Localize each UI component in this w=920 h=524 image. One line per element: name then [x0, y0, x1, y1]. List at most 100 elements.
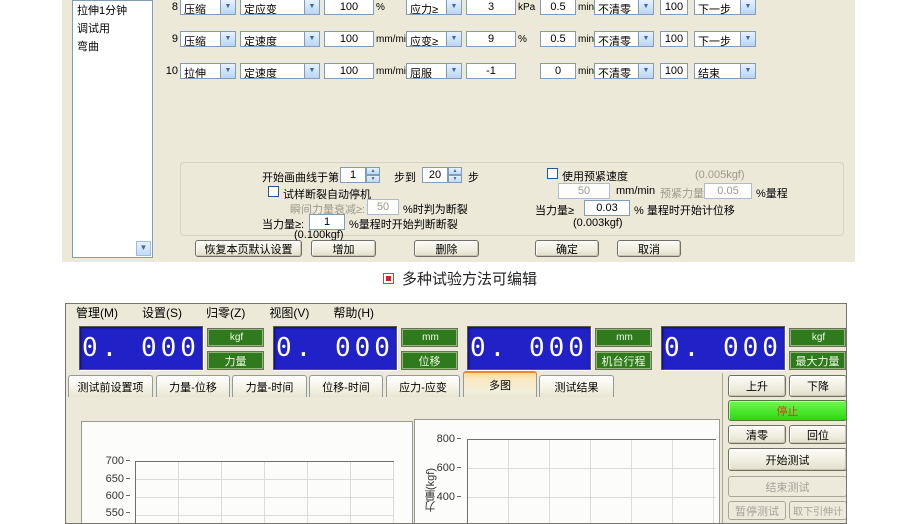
step-row: 9 压缩▼ 定速度▼ mm/min 应变≥▼ % min 不清零▼ 下一步▼ [160, 31, 820, 47]
chevron-down-icon: ▼ [740, 0, 755, 14]
range-input[interactable] [660, 0, 688, 15]
cancel-button[interactable]: 取消 [617, 240, 681, 257]
return-button[interactable]: 回位 [789, 425, 847, 444]
chevron-down-icon: ▼ [304, 0, 319, 14]
tab-stress-strain[interactable]: 应力-应变 [386, 375, 460, 397]
method-list-item[interactable]: 弯曲 [73, 37, 152, 55]
red-square-bullet-icon [383, 273, 394, 284]
restore-defaults-button[interactable]: 恢复本页默认设置 [195, 240, 302, 257]
method-list-item[interactable]: 调试用 [73, 19, 152, 37]
speed-input[interactable] [324, 63, 374, 79]
caption-text: 多种试验方法可编辑 [402, 268, 537, 289]
preload-speed-input[interactable] [558, 183, 610, 199]
spinner-up-icon[interactable]: ▲ [448, 167, 462, 175]
range-input[interactable] [660, 63, 688, 79]
chevron-down-icon: ▼ [304, 64, 319, 78]
force-label-badge: 力量 [208, 352, 263, 369]
next-action-value: 下一步 [695, 32, 740, 46]
chevron-down-icon: ▼ [638, 64, 653, 78]
next-action-select[interactable]: 下一步▼ [694, 0, 756, 15]
add-button[interactable]: 增加 [311, 240, 376, 257]
mode-value: 压缩 [181, 32, 220, 46]
mode-select[interactable]: 压缩▼ [180, 31, 236, 47]
tab-displacement-time[interactable]: 位移-时间 [309, 375, 383, 397]
break-stop-checkbox[interactable] [268, 186, 279, 197]
tab-force-displacement[interactable]: 力量-位移 [156, 375, 230, 397]
next-action-select[interactable]: 下一步▼ [694, 31, 756, 47]
delete-button[interactable]: 删除 [414, 240, 479, 257]
preload-force-input[interactable] [704, 183, 752, 199]
scroll-down-button[interactable]: ▼ [136, 241, 151, 256]
mode-select[interactable]: 压缩▼ [180, 0, 236, 15]
control-value: 定速度 [241, 32, 304, 46]
draw-from-spinner[interactable]: ▲▼ [366, 167, 380, 183]
control-select[interactable]: 定速度▼ [240, 31, 320, 47]
draw-to-spinner[interactable]: ▲▼ [448, 167, 462, 183]
menu-bar: 管理(M) 设置(S) 归零(Z) 视图(V) 帮助(H) [66, 304, 846, 321]
menu-manage[interactable]: 管理(M) [66, 304, 132, 321]
y-tick: 800 [431, 433, 461, 445]
condition-value-input[interactable] [466, 63, 516, 79]
zero-mode-select[interactable]: 不清零▼ [594, 0, 654, 15]
condition-value-input[interactable] [466, 31, 516, 47]
method-listbox[interactable]: 拉伸1分钟 调试用 弯曲 ▼ [72, 0, 153, 258]
condition-select[interactable]: 应力≥▼ [406, 0, 462, 15]
up-button[interactable]: 上升 [728, 375, 786, 397]
hold-time-input[interactable] [540, 31, 576, 47]
tab-multi-chart[interactable]: 多图 [463, 371, 537, 397]
displacement-display: 0. 000 [273, 326, 397, 370]
plot-area-right [467, 439, 716, 524]
menu-help[interactable]: 帮助(H) [323, 304, 388, 321]
next-action-select[interactable]: 结束▼ [694, 63, 756, 79]
draw-to-label: 步到 [394, 169, 416, 185]
chevron-down-icon: ▼ [446, 32, 461, 46]
condition-select[interactable]: 应变≥▼ [406, 31, 462, 47]
tab-test-results[interactable]: 测试结果 [539, 375, 614, 397]
condition-select[interactable]: 屈服▼ [406, 63, 462, 79]
draw-to-input[interactable] [422, 167, 448, 183]
speed-input[interactable] [324, 31, 374, 47]
pause-test-button[interactable]: 暂停测试 [728, 501, 786, 520]
tab-pre-test-settings[interactable]: 测试前设置项 [68, 375, 153, 397]
force-unit-badge: kgf [208, 329, 263, 346]
start-test-button[interactable]: 开始测试 [728, 448, 847, 471]
zero-mode-select[interactable]: 不清零▼ [594, 63, 654, 79]
method-list-item[interactable]: 拉伸1分钟 [73, 1, 152, 19]
speed-input[interactable] [324, 0, 374, 15]
speed-unit: % [374, 2, 406, 13]
remove-extensometer-button[interactable]: 取下引伸计 [789, 501, 847, 520]
tab-force-time[interactable]: 力量-时间 [232, 375, 307, 397]
zero-button[interactable]: 清零 [728, 425, 786, 444]
spinner-down-icon[interactable]: ▼ [366, 175, 380, 183]
speed-unit: mm/min [374, 66, 406, 77]
mode-select[interactable]: 拉伸▼ [180, 63, 236, 79]
spinner-down-icon[interactable]: ▼ [448, 175, 462, 183]
ok-button[interactable]: 确定 [535, 240, 599, 257]
end-test-button[interactable]: 结束测试 [728, 476, 847, 497]
spinner-up-icon[interactable]: ▲ [366, 167, 380, 175]
condition-value-input[interactable] [466, 0, 516, 15]
disp-force-input[interactable] [584, 200, 630, 216]
range-input[interactable] [660, 31, 688, 47]
zero-mode-select[interactable]: 不清零▼ [594, 31, 654, 47]
menu-view[interactable]: 视图(V) [259, 304, 323, 321]
down-button[interactable]: 下降 [789, 375, 847, 397]
preload-speed-checkbox[interactable] [547, 168, 558, 179]
draw-from-input[interactable] [340, 167, 366, 183]
hold-time-input[interactable] [540, 63, 576, 79]
break-force-input[interactable] [309, 214, 345, 230]
chevron-down-icon: ▼ [638, 0, 653, 14]
condition-value: 应变≥ [407, 32, 446, 46]
menu-settings[interactable]: 设置(S) [132, 304, 196, 321]
stop-button[interactable]: 停止 [728, 400, 847, 421]
disp-force-note: (0.003kgf) [573, 217, 623, 229]
decay-input[interactable] [367, 199, 399, 215]
preload-force-label: 预紧力量 [660, 185, 704, 201]
max-force-display: 0. 000 [661, 326, 785, 370]
hold-time-input[interactable] [540, 0, 576, 15]
control-select[interactable]: 定速度▼ [240, 63, 320, 79]
hold-unit: min [576, 2, 594, 13]
control-select[interactable]: 定应变▼ [240, 0, 320, 15]
y-tick: 400 [431, 491, 461, 503]
menu-zero[interactable]: 归零(Z) [196, 304, 259, 321]
